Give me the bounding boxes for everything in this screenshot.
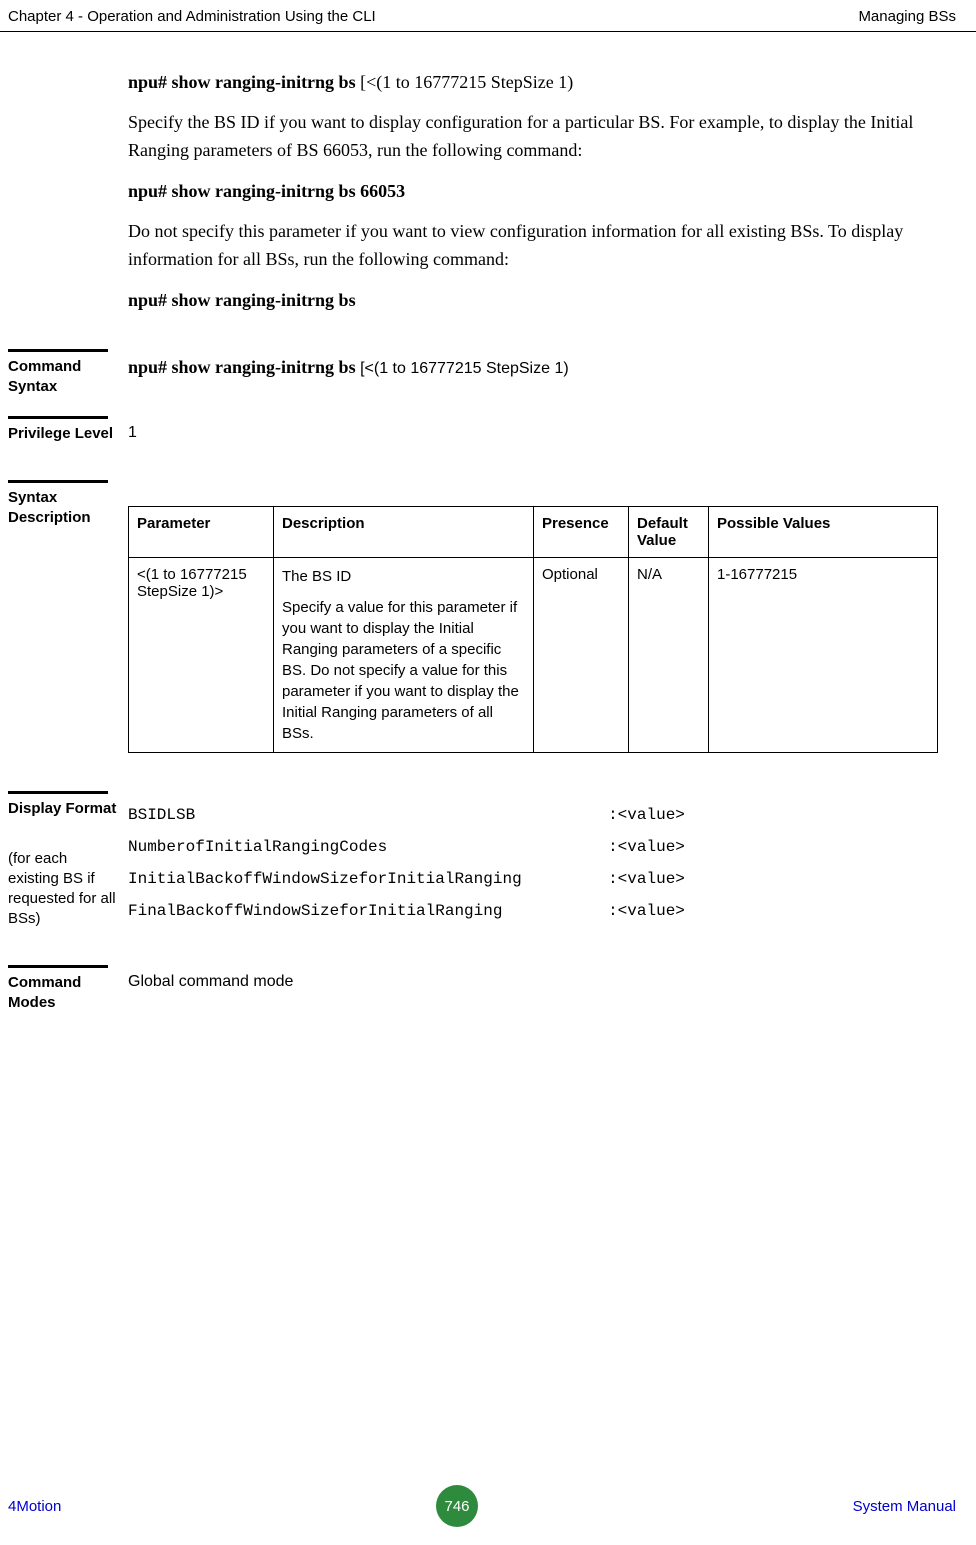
table-row: <(1 to 16777215 StepSize 1)> The BS ID S… (129, 557, 938, 752)
th-presence: Presence (534, 506, 629, 557)
command-line-3: npu# show ranging-initrng bs (128, 290, 956, 311)
td-description: The BS ID Specify a value for this param… (274, 557, 534, 752)
header-left: Chapter 4 - Operation and Administration… (8, 8, 376, 25)
display-format-section: Display Format (for each existing BS if … (0, 791, 956, 927)
table-header-row: Parameter Description Presence Default V… (129, 506, 938, 557)
display-format-content: BSIDLSB :<value> NumberofInitialRangingC… (128, 799, 956, 927)
footer-left: 4Motion (8, 1498, 61, 1515)
command-modes-label: Command Modes (8, 973, 118, 1014)
command-syntax-section: Command Syntax npu# show ranging-initrng… (0, 349, 956, 378)
display-format-sublabel: (for each existing BS if requested for a… (8, 849, 120, 930)
paragraph-2: Do not specify this parameter if you wan… (128, 218, 956, 274)
syntax-description-section: Syntax Description Parameter Description… (0, 480, 956, 753)
syntax-cmd-bold: npu# show ranging-initrng bs (128, 357, 360, 377)
th-possible: Possible Values (709, 506, 938, 557)
cmd2-bold: npu# show ranging-initrng bs 66053 (128, 181, 405, 201)
desc-line1: The BS ID (282, 566, 525, 587)
command-syntax-value: npu# show ranging-initrng bs [<(1 to 167… (128, 357, 956, 378)
main-content: npu# show ranging-initrng bs [<(1 to 167… (0, 32, 976, 991)
display-format-label: Display Format (8, 799, 118, 819)
cmd1-bold: npu# show ranging-initrng bs (128, 72, 360, 92)
page-footer: 4Motion 746 System Manual (0, 1485, 976, 1527)
command-line-1: npu# show ranging-initrng bs [<(1 to 167… (128, 72, 956, 93)
footer-right: System Manual (853, 1498, 956, 1515)
header-right: Managing BSs (858, 8, 956, 25)
th-description: Description (274, 506, 534, 557)
page-number-badge: 746 (436, 1485, 478, 1527)
syntax-description-label: Syntax Description (8, 488, 118, 529)
cmd3-bold: npu# show ranging-initrng bs (128, 290, 356, 310)
td-possible: 1-16777215 (709, 557, 938, 752)
cmd1-param: [<(1 to 16777215 StepSize 1) (360, 72, 573, 92)
th-default: Default Value (629, 506, 709, 557)
command-line-2: npu# show ranging-initrng bs 66053 (128, 181, 956, 202)
syntax-table: Parameter Description Presence Default V… (128, 506, 938, 753)
command-modes-section: Command Modes Global command mode (0, 965, 956, 991)
desc-line2: Specify a value for this parameter if yo… (282, 597, 525, 744)
privilege-level-section: Privilege Level 1 (0, 416, 956, 442)
privilege-level-value: 1 (128, 424, 956, 442)
paragraph-1: Specify the BS ID if you want to display… (128, 109, 956, 165)
page-header: Chapter 4 - Operation and Administration… (0, 0, 976, 32)
td-default: N/A (629, 557, 709, 752)
td-parameter: <(1 to 16777215 StepSize 1)> (129, 557, 274, 752)
syntax-cmd-param: [<(1 to 16777215 StepSize 1) (360, 360, 569, 377)
td-presence: Optional (534, 557, 629, 752)
privilege-level-label: Privilege Level (8, 424, 118, 444)
command-modes-value: Global command mode (128, 973, 956, 991)
th-parameter: Parameter (129, 506, 274, 557)
command-syntax-label: Command Syntax (8, 357, 118, 398)
